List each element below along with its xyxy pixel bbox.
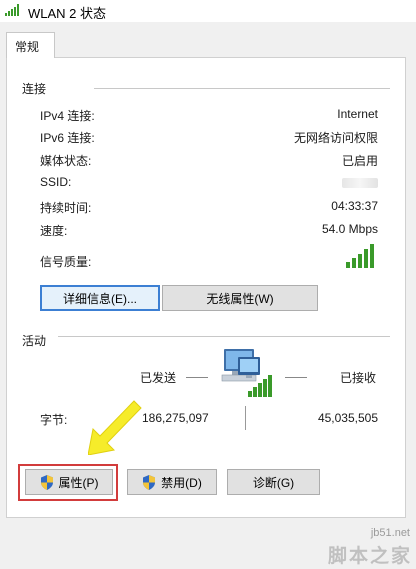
received-connector xyxy=(285,377,307,378)
diagnose-button[interactable]: 诊断(G) xyxy=(227,469,320,495)
ipv4-label: IPv4 连接: xyxy=(40,109,95,123)
media-state-value: 已启用 xyxy=(341,154,378,168)
ipv6-label: IPv6 连接: xyxy=(40,131,95,145)
title-bar: WLAN 2 状态 xyxy=(0,0,416,22)
disable-button-label: 禁用(D) xyxy=(161,475,202,490)
watermark-name: 脚本之家 xyxy=(327,546,412,567)
ipv4-value: Internet xyxy=(337,107,378,121)
disable-button[interactable]: 禁用(D) xyxy=(127,469,217,495)
watermark-site: jb51.net xyxy=(370,527,410,539)
speed-label: 速度: xyxy=(40,224,68,238)
connection-heading: 连接 xyxy=(22,82,47,96)
pointer-arrow-icon xyxy=(88,400,142,455)
connection-divider xyxy=(94,88,390,89)
wireless-properties-label: 无线属性(W) xyxy=(206,291,274,306)
details-button-label: 详细信息(E)... xyxy=(63,291,137,306)
duration-value: 04:33:37 xyxy=(331,199,378,213)
sent-label: 已发送 xyxy=(140,371,177,385)
tab-general-label: 常规 xyxy=(15,40,40,54)
bytes-received-value: 45,035,505 xyxy=(317,411,378,425)
sent-connector xyxy=(186,377,208,378)
wireless-properties-button[interactable]: 无线属性(W) xyxy=(162,285,318,311)
uac-shield-icon xyxy=(143,474,156,490)
ipv6-value: 无网络访问权限 xyxy=(293,131,378,145)
properties-highlight-box xyxy=(18,464,118,501)
details-button[interactable]: 详细信息(E)... xyxy=(40,285,160,311)
ssid-label: SSID: xyxy=(40,175,72,189)
duration-label: 持续时间: xyxy=(40,201,92,215)
tab-general[interactable]: 常规 xyxy=(6,32,55,58)
bytes-sent-value: 186,275,097 xyxy=(142,411,209,425)
wifi-signal-icon xyxy=(5,4,19,16)
bytes-label: 字节: xyxy=(40,413,68,427)
activity-divider xyxy=(58,336,390,337)
network-computer-icon xyxy=(221,349,272,397)
ssid-value-redacted xyxy=(342,178,378,188)
diagnose-button-label: 诊断(G) xyxy=(252,475,295,490)
activity-heading: 活动 xyxy=(22,334,47,348)
media-state-label: 媒体状态: xyxy=(40,154,92,168)
speed-value: 54.0 Mbps xyxy=(321,222,378,236)
window-title: WLAN 2 状态 xyxy=(28,6,107,21)
bytes-separator xyxy=(245,406,246,430)
signal-quality-label: 信号质量: xyxy=(40,255,92,269)
received-label: 已接收 xyxy=(340,371,377,385)
signal-strength-icon xyxy=(346,244,374,268)
